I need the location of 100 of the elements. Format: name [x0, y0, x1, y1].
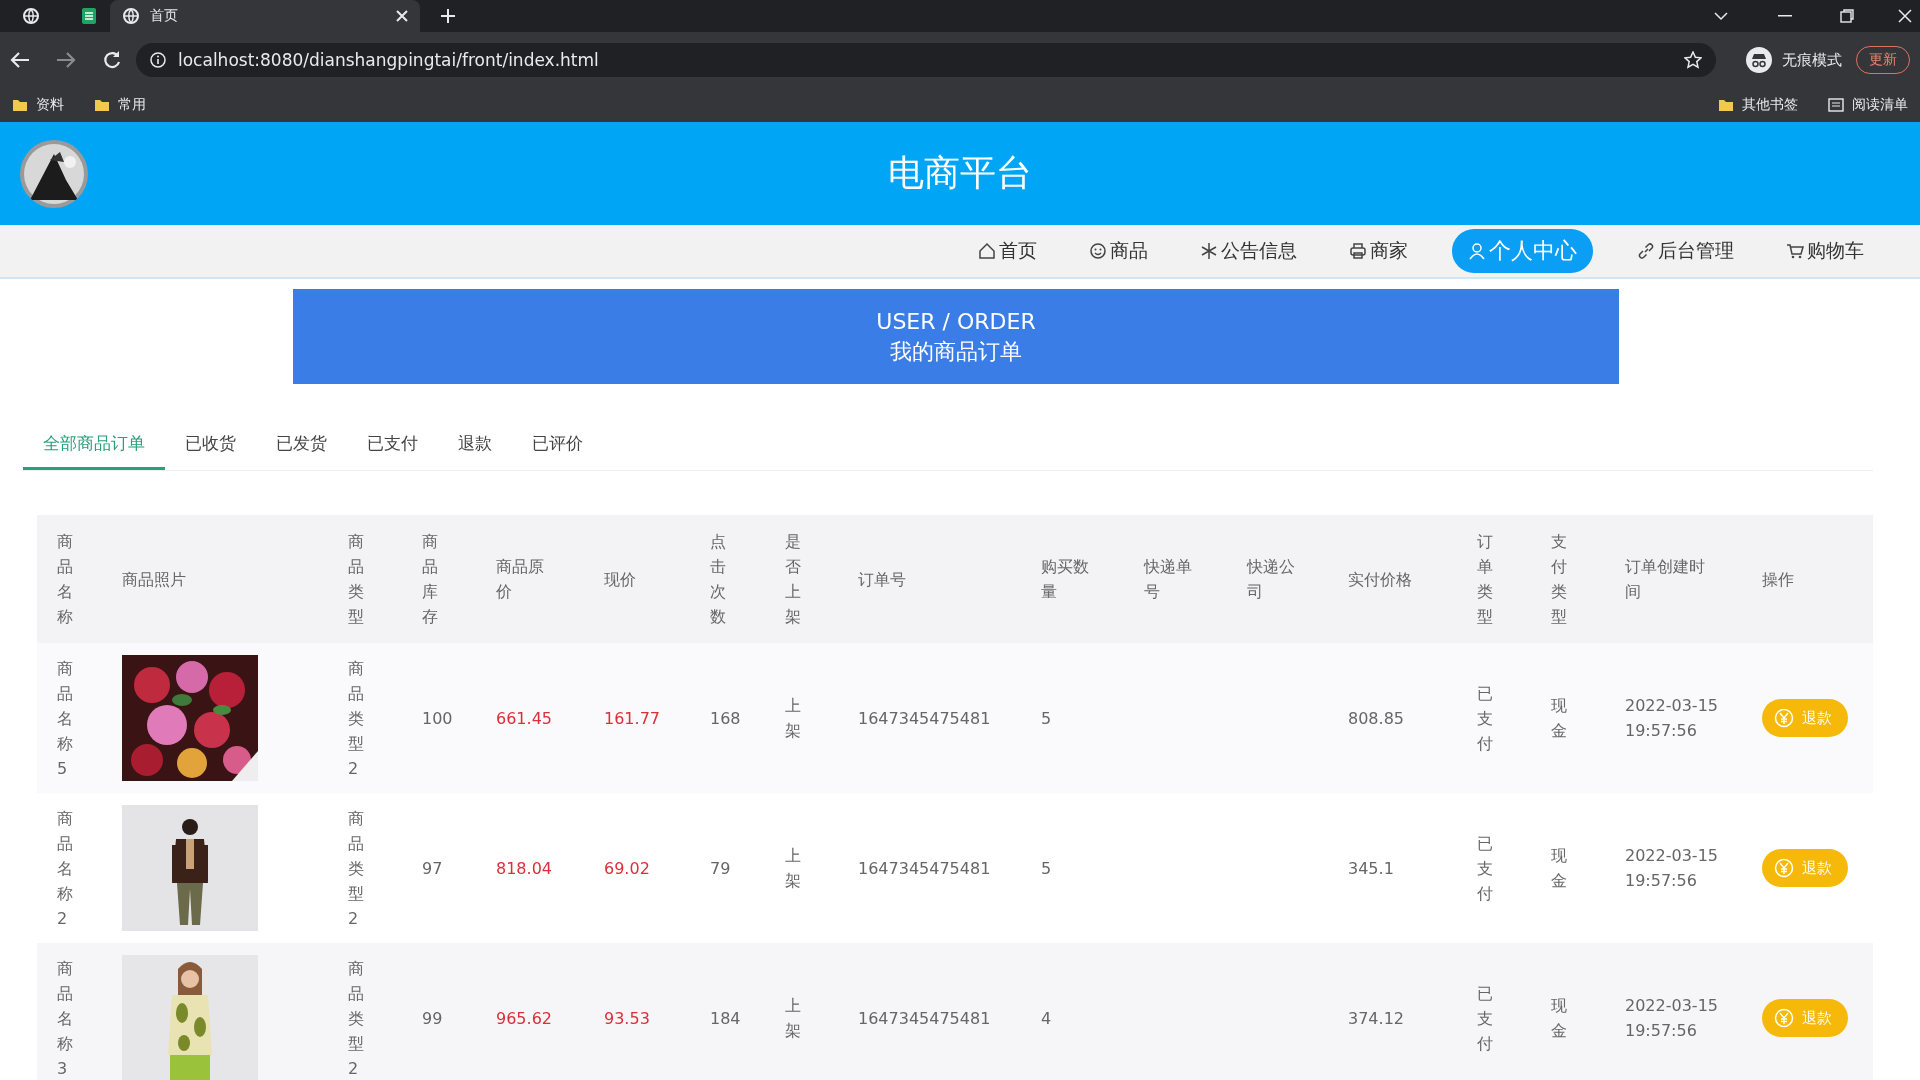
- nav-link[interactable]: 商品: [1081, 232, 1156, 270]
- browser-tab[interactable]: 首页: [110, 0, 420, 32]
- nav-link[interactable]: 购物车: [1778, 232, 1872, 270]
- coin-icon: [1774, 858, 1794, 878]
- table-cell-text: 2022-03-15 19:57:56: [1625, 995, 1719, 1042]
- home-icon: [978, 242, 996, 260]
- bookmark[interactable]: 其他书签: [1742, 96, 1798, 114]
- globe-icon: [122, 7, 140, 25]
- table-cell-text: 2022-03-15 19:57:56: [1625, 845, 1719, 892]
- table-cell-text: 161.77: [604, 707, 661, 730]
- user-icon: [1468, 242, 1486, 260]
- coin-icon: [1774, 708, 1794, 728]
- table-cell-text: 661.45: [496, 707, 553, 730]
- plus-icon[interactable]: [440, 8, 456, 24]
- table-cell-text: 100: [422, 707, 454, 730]
- table-cell-text: 商品类型2: [348, 657, 365, 780]
- globe-icon[interactable]: [22, 7, 40, 25]
- table-cell-text: 商品名称3: [57, 957, 74, 1080]
- column-header: 订单号: [858, 568, 907, 591]
- column-header: 订单类型: [1477, 531, 1494, 628]
- bookmark[interactable]: 阅读清单: [1852, 96, 1908, 114]
- column-header: 实付价格: [1348, 568, 1413, 591]
- table-cell-text: 商品名称2: [57, 807, 74, 930]
- folder-icon: [94, 97, 110, 113]
- close-icon[interactable]: [396, 10, 408, 22]
- table-cell-text: 现金: [1551, 845, 1568, 892]
- table-cell-text: 已支付: [1477, 832, 1494, 905]
- order-tab[interactable]: 已评价: [512, 422, 603, 470]
- cart-icon: [1786, 242, 1804, 260]
- restore-icon[interactable]: [1840, 9, 1854, 23]
- link-icon: [1637, 242, 1655, 260]
- table-cell-text: 商品名称5: [57, 657, 74, 780]
- table-cell-text: 345.1: [1348, 857, 1395, 880]
- table-cell-text: 1647345475481: [858, 1007, 992, 1030]
- folder-icon: [12, 97, 28, 113]
- column-header: 快递公司: [1247, 556, 1296, 603]
- column-header: 快递单号: [1144, 556, 1193, 603]
- table-cell-text: 上架: [785, 695, 802, 742]
- order-tab[interactable]: 已发货: [256, 422, 347, 470]
- column-header: 商品类型: [348, 531, 365, 628]
- reload-icon[interactable]: [102, 50, 122, 70]
- folder-icon: [1718, 97, 1734, 113]
- spreadsheet-icon[interactable]: [80, 7, 98, 25]
- column-header: 是否上架: [785, 531, 802, 628]
- column-header: 现价: [604, 568, 637, 591]
- order-tab[interactable]: 已支付: [347, 422, 438, 470]
- table-cell-text: 上架: [785, 995, 802, 1042]
- column-header: 支付类型: [1551, 531, 1568, 628]
- close-icon[interactable]: [1898, 9, 1912, 23]
- column-header: 点击次数: [710, 531, 727, 628]
- column-header: 商品照片: [122, 568, 187, 591]
- table-cell-text: 168: [710, 707, 742, 730]
- chevron-down-icon[interactable]: [1714, 11, 1728, 21]
- column-header: 操作: [1762, 568, 1795, 591]
- banner-subtitle: USER / ORDER: [876, 307, 1036, 336]
- table-cell-text: 965.62: [496, 1007, 553, 1030]
- table-cell-text: 97: [422, 857, 444, 880]
- table-cell-text: 808.85: [1348, 707, 1405, 730]
- table-cell-text: 4: [1041, 1007, 1053, 1030]
- bookmark[interactable]: 常用: [118, 96, 146, 114]
- incognito-icon[interactable]: [1746, 47, 1772, 73]
- table-cell-text: 上架: [785, 845, 802, 892]
- banner-title: 我的商品订单: [890, 337, 1022, 366]
- table-cell-text: 99: [422, 1007, 444, 1030]
- site-title: 电商平台: [888, 151, 1032, 195]
- table-cell-text: 现金: [1551, 995, 1568, 1042]
- column-header: 购买数量: [1041, 556, 1090, 603]
- info-icon[interactable]: [150, 52, 166, 68]
- table-cell-text: 184: [710, 1007, 742, 1030]
- column-header: 商品名称: [57, 531, 74, 628]
- table-cell-text: 1647345475481: [858, 707, 992, 730]
- address-bar[interactable]: localhost:8080/dianshangpingtai/front/index.html: [136, 43, 1716, 77]
- column-header: 商品原价: [496, 556, 545, 603]
- order-tab[interactable]: 退款: [438, 422, 512, 470]
- profile-label[interactable]: 无痕模式: [1782, 50, 1842, 70]
- star-icon[interactable]: [1684, 51, 1702, 69]
- nav-link[interactable]: 商家: [1341, 232, 1416, 270]
- bookmark[interactable]: 资料: [36, 96, 64, 114]
- table-cell-text: 商品类型2: [348, 957, 365, 1080]
- column-header: 订单创建时间: [1625, 556, 1706, 603]
- nav-link[interactable]: 后台管理: [1629, 232, 1742, 270]
- table-cell-text: 1647345475481: [858, 857, 992, 880]
- table-cell-text: 已支付: [1477, 682, 1494, 755]
- nav-link[interactable]: 公告信息: [1192, 232, 1305, 270]
- table-cell-text: 374.12: [1348, 1007, 1405, 1030]
- column-header: 商品库存: [422, 531, 439, 628]
- table-cell-text: 69.02: [604, 857, 651, 880]
- table-cell-text: 5: [1041, 857, 1053, 880]
- snowflake-icon: [1200, 242, 1218, 260]
- table-cell-text: 现金: [1551, 695, 1568, 742]
- table-cell-text: 已支付: [1477, 982, 1494, 1055]
- coin-icon: [1774, 1008, 1794, 1028]
- order-tab[interactable]: 已收货: [165, 422, 256, 470]
- nav-link[interactable]: 首页: [970, 232, 1045, 270]
- back-icon[interactable]: [10, 51, 30, 69]
- table-cell-text: 818.04: [496, 857, 553, 880]
- table-cell-text: 79: [710, 857, 732, 880]
- forward-icon[interactable]: [56, 51, 76, 69]
- minimize-icon[interactable]: [1778, 15, 1792, 17]
- smiley-icon: [1089, 242, 1107, 260]
